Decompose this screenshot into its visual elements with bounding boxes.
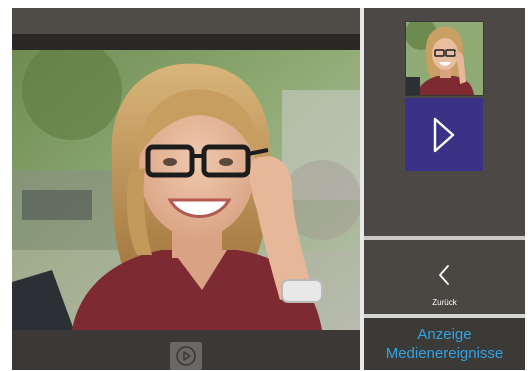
back-button[interactable]: Zurück xyxy=(364,240,525,314)
media-events-button[interactable]: Anzeige Medienereignisse xyxy=(364,318,525,370)
viewer-header-strip xyxy=(12,34,360,50)
play-media-button[interactable] xyxy=(405,98,483,171)
intercom-screen: Zurück Anzeige Medienereignisse xyxy=(12,8,525,370)
back-label: Zurück xyxy=(432,298,457,307)
visitor-photo xyxy=(12,50,360,330)
media-viewer xyxy=(12,8,360,370)
visitor-thumbnail[interactable] xyxy=(405,21,484,96)
viewer-top-bar xyxy=(12,8,360,34)
play-icon xyxy=(176,346,196,366)
media-list xyxy=(364,8,525,236)
side-panel: Zurück Anzeige Medienereignisse xyxy=(364,8,525,370)
play-button[interactable] xyxy=(170,342,202,370)
play-icon xyxy=(433,117,455,152)
chevron-left-icon xyxy=(439,265,449,285)
media-events-label-line2: Medienereignisse xyxy=(385,345,504,362)
media-events-label-line1: Anzeige xyxy=(417,326,472,343)
